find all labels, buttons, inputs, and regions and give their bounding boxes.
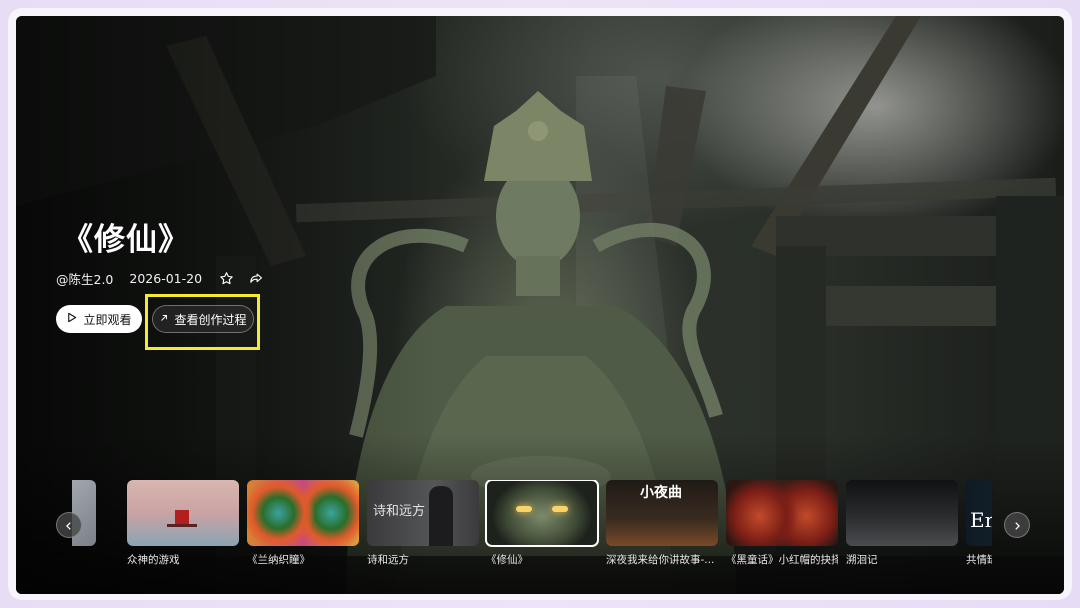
view-creation-process-button[interactable]: 查看创作过程: [152, 305, 254, 333]
carousel-item[interactable]: 溯洄记: [846, 480, 958, 567]
carousel-thumbnail-text: 诗和远方: [373, 504, 426, 519]
carousel-item[interactable]: 《兰纳织瞳》: [247, 480, 359, 567]
carousel-item[interactable]: Em 共情缺: [966, 480, 992, 567]
carousel-thumbnail: 小夜曲: [606, 480, 718, 546]
carousel-item-label: 诗和远方: [367, 554, 409, 566]
carousel-prev-button[interactable]: [56, 512, 82, 538]
carousel-thumbnail-text: 小夜曲: [640, 485, 682, 501]
carousel-thumbnail: [726, 480, 838, 546]
carousel-item-label: 共情缺: [966, 554, 992, 566]
share-icon[interactable]: [246, 268, 266, 288]
carousel-thumbnail: 诗和远方: [367, 480, 479, 546]
carousel-next-button[interactable]: [1004, 512, 1030, 538]
carousel-thumbnail: [846, 480, 958, 546]
view-creation-process-label: 查看创作过程: [174, 312, 247, 327]
carousel-item[interactable]: 小夜曲 深夜我来给你讲故事-...: [606, 480, 718, 567]
carousel-thumbnail: [127, 480, 239, 546]
chevron-left-icon: [64, 516, 74, 535]
carousel-item[interactable]: 《修仙》: [485, 480, 599, 567]
carousel-item-label: 深夜我来给你讲故事-...: [606, 554, 715, 566]
carousel-item[interactable]: 诗和远方 诗和远方: [367, 480, 479, 567]
carousel-thumbnail-text: Em: [970, 508, 992, 532]
carousel-item-label: 溯洄记: [846, 554, 878, 566]
carousel-item[interactable]: 《黑童话》小红帽的抉择: [726, 480, 838, 567]
carousel-item-label: 众神的游戏: [127, 554, 180, 566]
video-meta: @陈生2.0 2026-01-20: [56, 268, 276, 288]
video-carousel: 众神的游戏 《兰纳织瞳》 诗和远方 诗和远方 《修仙》 小夜曲 深夜我来给你讲故…: [72, 480, 992, 574]
author-name[interactable]: @陈生2.0: [56, 269, 113, 288]
watch-now-label: 立即观看: [83, 312, 132, 327]
carousel-item-label: 《兰纳织瞳》: [247, 554, 310, 566]
carousel-item-label: 《黑童话》小红帽的抉择: [726, 554, 838, 566]
publish-date: 2026-01-20: [129, 270, 203, 286]
carousel-item-label: 《修仙》: [486, 554, 528, 566]
carousel-item[interactable]: 众神的游戏: [127, 480, 239, 567]
carousel-thumbnail: Em: [966, 480, 992, 546]
watch-now-button[interactable]: 立即观看: [56, 305, 142, 333]
carousel-thumbnail: [247, 480, 359, 546]
video-title: 《修仙》: [62, 222, 190, 258]
chevron-right-icon: [1012, 516, 1022, 535]
carousel-thumbnail: [485, 480, 599, 547]
play-icon: [66, 312, 77, 326]
star-icon[interactable]: [216, 268, 236, 288]
arrow-up-right-icon: [159, 312, 169, 326]
